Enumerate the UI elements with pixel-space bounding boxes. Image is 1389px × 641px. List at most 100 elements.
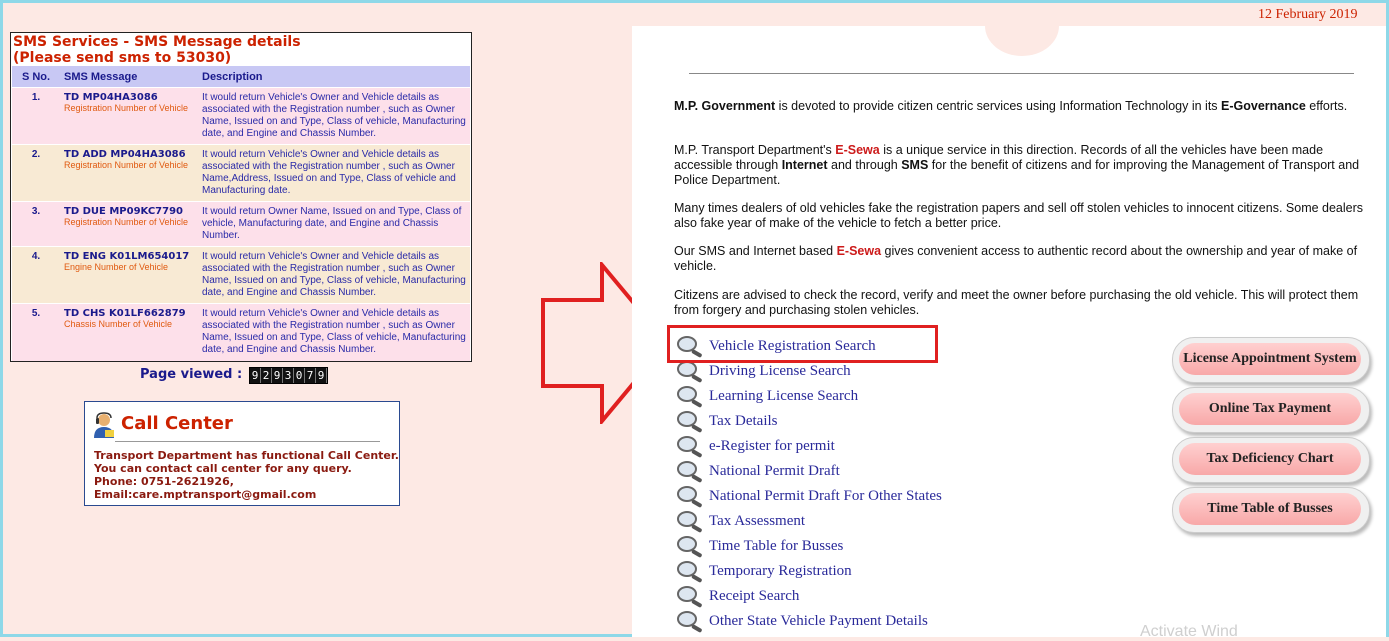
- sms-command-hint: Registration Number of Vehicle: [64, 160, 189, 170]
- sms-command-hint: Registration Number of Vehicle: [64, 217, 189, 227]
- link-tax-details[interactable]: Tax Details: [676, 409, 778, 434]
- link-temporary-registration[interactable]: Temporary Registration: [676, 559, 852, 584]
- table-row: 5. TD CHS K01LF662879 Chassis Number of V…: [12, 303, 470, 361]
- text-sms: SMS: [901, 158, 929, 172]
- header-message: SMS Message: [60, 66, 198, 88]
- intro-paragraph-1: M.P. Government is devoted to provide ci…: [674, 99, 1374, 114]
- magnifier-icon: [677, 360, 702, 382]
- row-message: TD DUE MP09KC7790 Registration Number of …: [60, 201, 198, 247]
- sms-command: TD MP04HA3086: [64, 92, 158, 103]
- row-sno: 1.: [12, 87, 60, 145]
- row-description: It would return Owner Name, Issued on an…: [198, 201, 470, 247]
- link-label[interactable]: Tax Details: [709, 413, 778, 430]
- text: and through: [827, 158, 902, 172]
- link-label[interactable]: National Permit Draft: [709, 463, 840, 480]
- intro-paragraph-3: Many times dealers of old vehicles fake …: [674, 201, 1364, 230]
- text: is devoted to provide citizen centric se…: [775, 99, 1222, 113]
- call-center-email: Email:care.mptransport@gmail.com: [94, 488, 317, 501]
- link-label[interactable]: Receipt Search: [709, 588, 799, 605]
- time-table-busses-button[interactable]: Time Table of Busses: [1172, 487, 1370, 533]
- divider: [115, 441, 380, 442]
- call-center-title: Call Center: [121, 413, 233, 434]
- table-row: 3. TD DUE MP09KC7790 Registration Number …: [12, 201, 470, 247]
- link-label[interactable]: National Permit Draft For Other States: [709, 488, 942, 505]
- row-sno: 4.: [12, 246, 60, 304]
- sms-command: TD ADD MP04HA3086: [64, 149, 186, 160]
- intro-paragraph-4: Our SMS and Internet based E-Sewa gives …: [674, 244, 1374, 274]
- text-mp-government: M.P. Government: [674, 99, 776, 113]
- counter-digit: 9: [250, 368, 261, 383]
- row-message: TD ADD MP04HA3086 Registration Number of …: [60, 144, 198, 202]
- sms-command: TD ENG K01LM654017: [64, 251, 190, 262]
- magnifier-icon: [677, 610, 702, 632]
- sms-services-box: SMS Services - SMS Message details (Plea…: [10, 32, 472, 362]
- row-description: It would return Vehicle's Owner and Vehi…: [198, 246, 470, 304]
- license-appointment-button[interactable]: License Appointment System: [1172, 337, 1370, 383]
- link-tax-assessment[interactable]: Tax Assessment: [676, 509, 805, 534]
- row-description: It would return Vehicle's Owner and Vehi…: [198, 144, 470, 202]
- row-message: TD MP04HA3086 Registration Number of Vehi…: [60, 87, 198, 145]
- row-description: It would return Vehicle's Owner and Vehi…: [198, 303, 470, 361]
- button-label[interactable]: Tax Deficiency Chart: [1179, 443, 1361, 475]
- tax-deficiency-chart-button[interactable]: Tax Deficiency Chart: [1172, 437, 1370, 483]
- magnifier-icon: [677, 560, 702, 582]
- sms-title-line1: SMS Services - SMS Message details: [13, 34, 301, 50]
- sms-table: S No. SMS Message Description 1. TD MP04…: [12, 66, 470, 361]
- link-receipt-search[interactable]: Receipt Search: [676, 584, 799, 609]
- row-message: TD ENG K01LM654017 Engine Number of Vehic…: [60, 246, 198, 304]
- divider: [689, 73, 1354, 74]
- text: efforts.: [1305, 99, 1348, 113]
- call-center-box: Call Center Transport Department has fun…: [84, 401, 400, 506]
- header-sno: S No.: [12, 66, 60, 88]
- magnifier-icon: [677, 410, 702, 432]
- row-sno: 5.: [12, 303, 60, 361]
- link-label[interactable]: e-Register for permit: [709, 438, 835, 455]
- magnifier-icon: [677, 535, 702, 557]
- current-date: 12 February 2019: [1258, 7, 1358, 22]
- link-label[interactable]: Tax Assessment: [709, 513, 805, 530]
- sms-command: TD DUE MP09KC7790: [64, 206, 184, 217]
- row-message: TD CHS K01LF662879 Chassis Number of Vehi…: [60, 303, 198, 361]
- decorative-shape: [985, 26, 1059, 56]
- link-learning-license-search[interactable]: Learning License Search: [676, 384, 858, 409]
- text: Our SMS and Internet based: [674, 244, 837, 258]
- counter-digit: 7: [305, 368, 316, 383]
- text: M.P. Transport Department's: [674, 143, 836, 157]
- call-center-agent-icon: [94, 412, 114, 438]
- magnifier-icon: [677, 585, 702, 607]
- row-description: It would return Vehicle's Owner and Vehi…: [198, 87, 470, 145]
- sms-command-hint: Registration Number of Vehicle: [64, 103, 189, 113]
- magnifier-icon: [677, 510, 702, 532]
- text-e-sewa: E-Sewa: [835, 143, 880, 157]
- link-national-permit-draft[interactable]: National Permit Draft: [676, 459, 840, 484]
- counter-digit: 3: [283, 368, 294, 383]
- magnifier-icon: [677, 385, 702, 407]
- highlight-box: [667, 325, 938, 363]
- link-e-register-permit[interactable]: e-Register for permit: [676, 434, 835, 459]
- counter-digit: 2: [261, 368, 272, 383]
- link-label[interactable]: Learning License Search: [709, 388, 858, 405]
- magnifier-icon: [677, 435, 702, 457]
- link-label[interactable]: Temporary Registration: [709, 563, 852, 580]
- text-e-governance: E-Governance: [1221, 99, 1306, 113]
- visit-counter: 9 2 9 3 0 7 9: [249, 367, 328, 384]
- text-internet: Internet: [781, 158, 828, 172]
- link-label[interactable]: Other State Vehicle Payment Details: [709, 613, 928, 630]
- button-label[interactable]: License Appointment System: [1179, 343, 1361, 375]
- link-label[interactable]: Driving License Search: [709, 363, 851, 380]
- online-tax-payment-button[interactable]: Online Tax Payment: [1172, 387, 1370, 433]
- link-time-table-busses[interactable]: Time Table for Busses: [676, 534, 843, 559]
- magnifier-icon: [677, 460, 702, 482]
- counter-digit: 9: [316, 368, 327, 383]
- call-center-phone: Phone: 0751-2621926,: [94, 475, 234, 488]
- sms-title: SMS Services - SMS Message details (Plea…: [11, 33, 471, 66]
- link-national-permit-draft-other-states[interactable]: National Permit Draft For Other States: [676, 484, 942, 509]
- page-viewed-label: Page viewed :: [140, 367, 243, 382]
- table-row: 4. TD ENG K01LM654017 Engine Number of Ve…: [12, 246, 470, 304]
- sms-title-line2: (Please send sms to 53030): [13, 50, 232, 66]
- button-label[interactable]: Online Tax Payment: [1179, 393, 1361, 425]
- button-label[interactable]: Time Table of Busses: [1179, 493, 1361, 525]
- intro-paragraph-5: Citizens are advised to check the record…: [674, 288, 1359, 317]
- link-label[interactable]: Time Table for Busses: [709, 538, 843, 555]
- link-other-state-vehicle-payment[interactable]: Other State Vehicle Payment Details: [676, 609, 928, 634]
